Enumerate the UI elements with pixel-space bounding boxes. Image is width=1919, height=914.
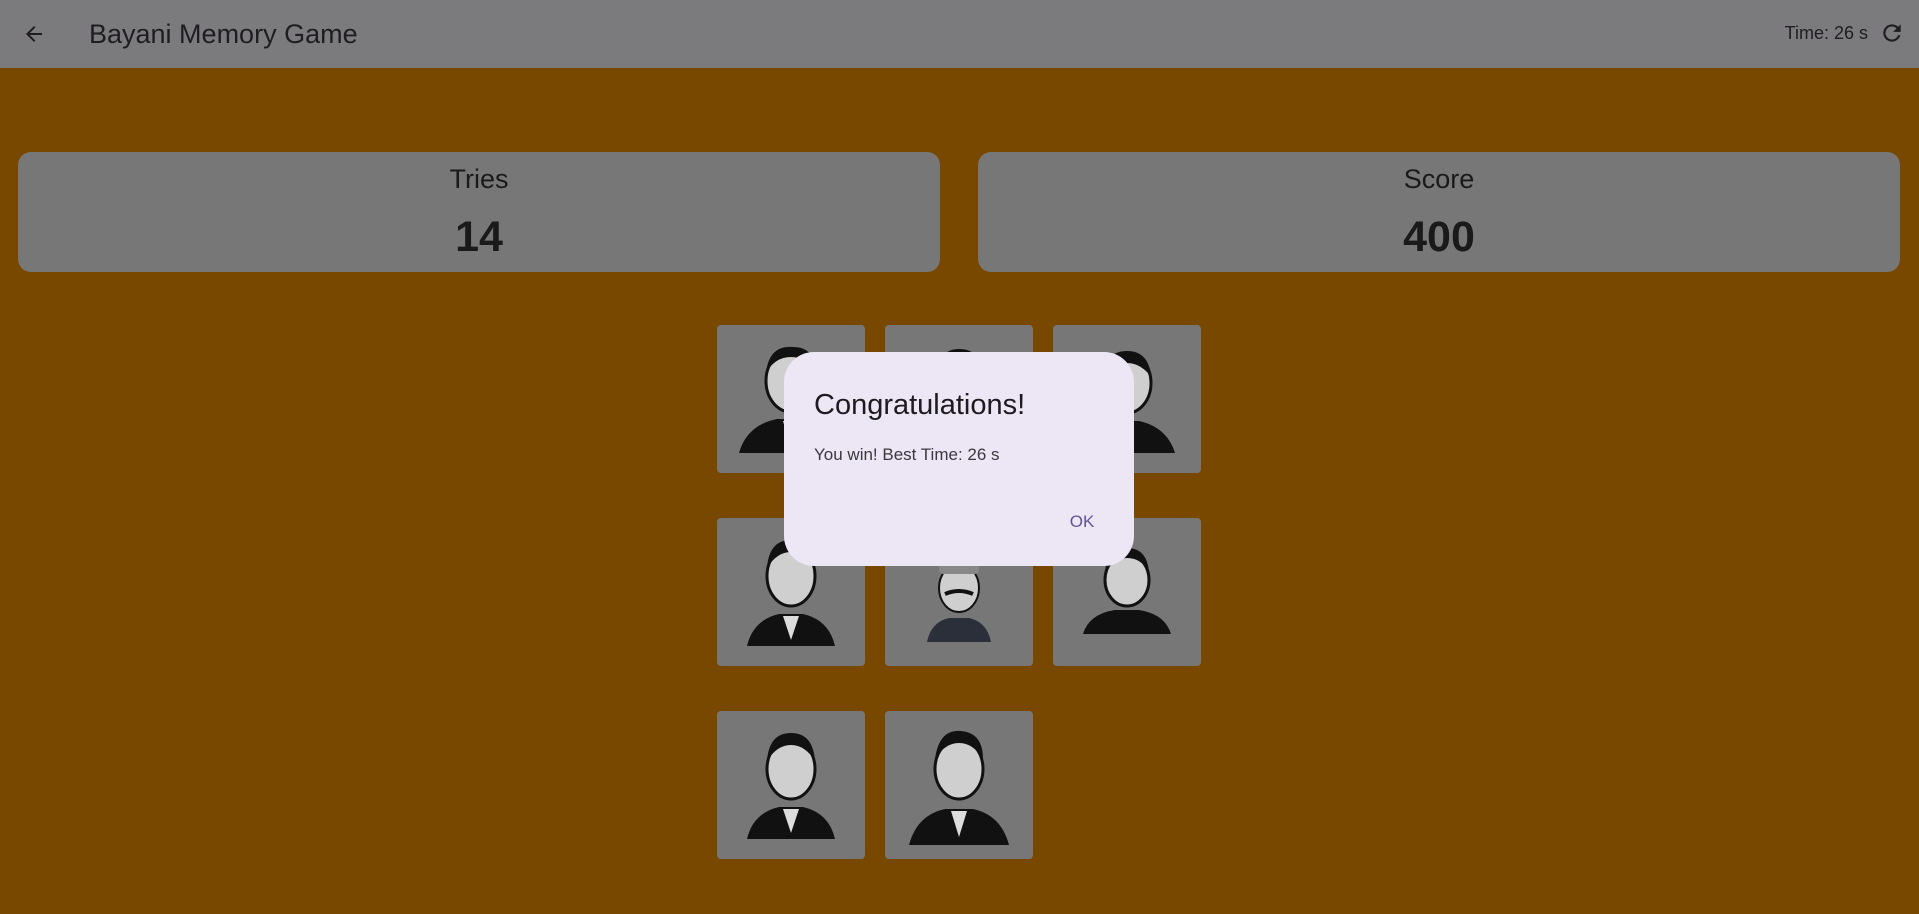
app-bar: Bayani Memory Game Time: 26 s (0, 0, 1919, 68)
score-card: Score 400 (978, 152, 1900, 272)
tries-card: Tries 14 (18, 152, 940, 272)
memory-card-7[interactable] (717, 711, 865, 859)
dialog-title: Congratulations! (814, 389, 1026, 421)
arrow-back-icon (26, 26, 42, 42)
score-label: Score (1403, 164, 1475, 194)
hero-portrait-8 (909, 730, 1009, 845)
win-dialog: Congratulations! You win! Best Time: 26 … (784, 352, 1134, 566)
dialog-message: You win! Best Time: 26 s (814, 445, 1000, 464)
tries-value: 14 (455, 213, 503, 261)
timer-text: Time: 26 s (1784, 23, 1868, 43)
score-value: 400 (1403, 213, 1475, 261)
refresh-icon (1883, 24, 1901, 42)
memory-card-8[interactable] (885, 711, 1033, 859)
back-button[interactable] (14, 14, 54, 54)
app-title: Bayani Memory Game (89, 19, 358, 49)
tries-label: Tries (449, 164, 509, 194)
ok-button[interactable]: OK (1060, 504, 1104, 540)
refresh-button[interactable] (1873, 14, 1911, 52)
hero-portrait-7 (747, 733, 835, 839)
